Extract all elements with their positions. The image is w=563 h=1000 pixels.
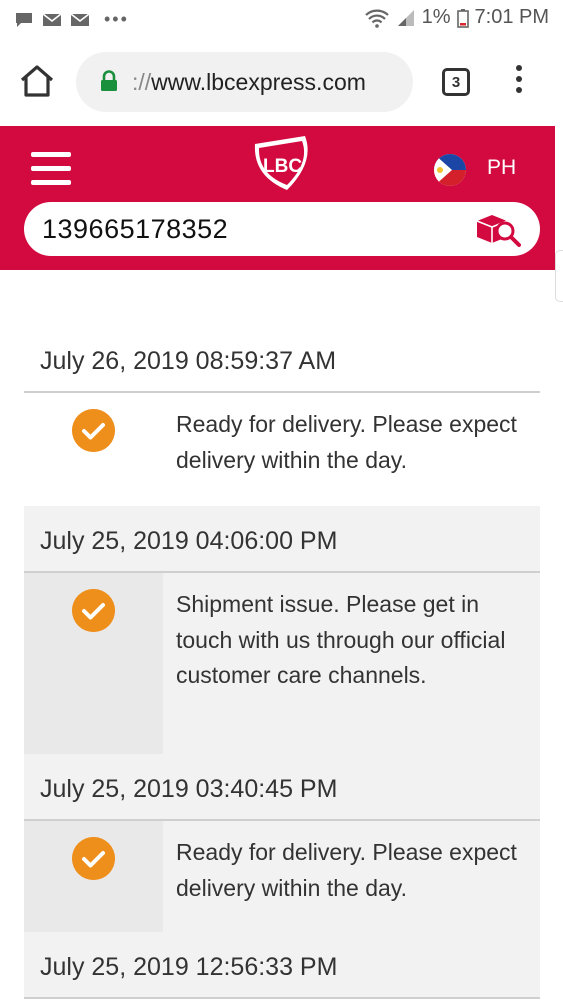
check-circle-icon: [72, 589, 115, 632]
lock-icon[interactable]: [100, 70, 118, 92]
url-scheme: ://: [132, 69, 152, 95]
battery-icon: [456, 8, 469, 28]
mail-icon: [70, 12, 90, 26]
tab-switcher-button[interactable]: 3: [442, 68, 470, 96]
status-icon-cell: [24, 821, 163, 932]
overflow-menu-button[interactable]: [513, 65, 525, 101]
timeline-event: Shipment issue. Please get in touch with…: [24, 573, 540, 754]
timeline-date-row: July 25, 2019 12:56:33 PM: [24, 932, 540, 999]
country-label[interactable]: PH: [487, 156, 516, 180]
url-text: ://www.lbcexpress.com: [132, 69, 366, 96]
status-icon-cell: [24, 393, 163, 506]
timeline-date: July 26, 2019 08:59:37 AM: [40, 347, 337, 375]
page-scroll-indicator[interactable]: [555, 250, 563, 302]
url-host: www.lbcexpress.com: [151, 69, 366, 95]
chat-icon: [16, 12, 32, 27]
timeline-status-text: Ready for delivery. Please expect delive…: [176, 839, 517, 901]
timeline-date-row: July 25, 2019 04:06:00 PM: [24, 506, 540, 573]
status-icon-cell: [24, 573, 163, 754]
timeline-date-row: July 25, 2019 03:40:45 PM: [24, 754, 540, 821]
system-status: 1% 7:01 PM: [364, 6, 549, 29]
timeline-date: July 25, 2019 03:40:45 PM: [40, 775, 338, 803]
timeline-event: Ready for delivery. Please expect delive…: [24, 393, 540, 506]
clock: 7:01 PM: [474, 6, 549, 28]
signal-icon: [397, 9, 414, 26]
site-header: LBC PH 139665178352: [0, 126, 555, 270]
status-bar: ••• 1% 7:01 PM: [0, 0, 563, 38]
lbc-logo[interactable]: LBC: [247, 134, 317, 194]
track-package-search-icon[interactable]: [474, 210, 522, 248]
logo-text: LBC: [263, 156, 302, 177]
hamburger-menu-icon[interactable]: [31, 152, 71, 186]
tracking-timeline: July 26, 2019 08:59:37 AM Ready for deli…: [24, 326, 540, 999]
timeline-date-row: July 26, 2019 08:59:37 AM: [24, 326, 540, 393]
mail-icon: [42, 12, 62, 26]
check-circle-icon: [72, 837, 115, 880]
address-bar[interactable]: ://www.lbcexpress.com: [76, 52, 413, 112]
timeline-event: Ready for delivery. Please expect delive…: [24, 821, 540, 932]
timeline-status-text: Ready for delivery. Please expect delive…: [176, 411, 517, 473]
timeline-status-text: Shipment issue. Please get in touch with…: [176, 591, 506, 688]
tracking-number-input[interactable]: 139665178352: [42, 214, 228, 245]
home-icon[interactable]: [18, 62, 56, 100]
browser-toolbar: ://www.lbcexpress.com 3: [0, 38, 563, 126]
timeline-date: July 25, 2019 04:06:00 PM: [40, 527, 338, 555]
philippines-flag-icon[interactable]: [434, 154, 466, 186]
wifi-icon: [364, 9, 389, 28]
tracking-search-box[interactable]: 139665178352: [24, 202, 540, 256]
more-notifications: •••: [104, 9, 129, 29]
battery-percent: 1%: [421, 6, 451, 28]
timeline-date: July 25, 2019 12:56:33 PM: [40, 953, 338, 981]
notification-icons: •••: [14, 9, 129, 30]
check-circle-icon: [72, 409, 115, 452]
